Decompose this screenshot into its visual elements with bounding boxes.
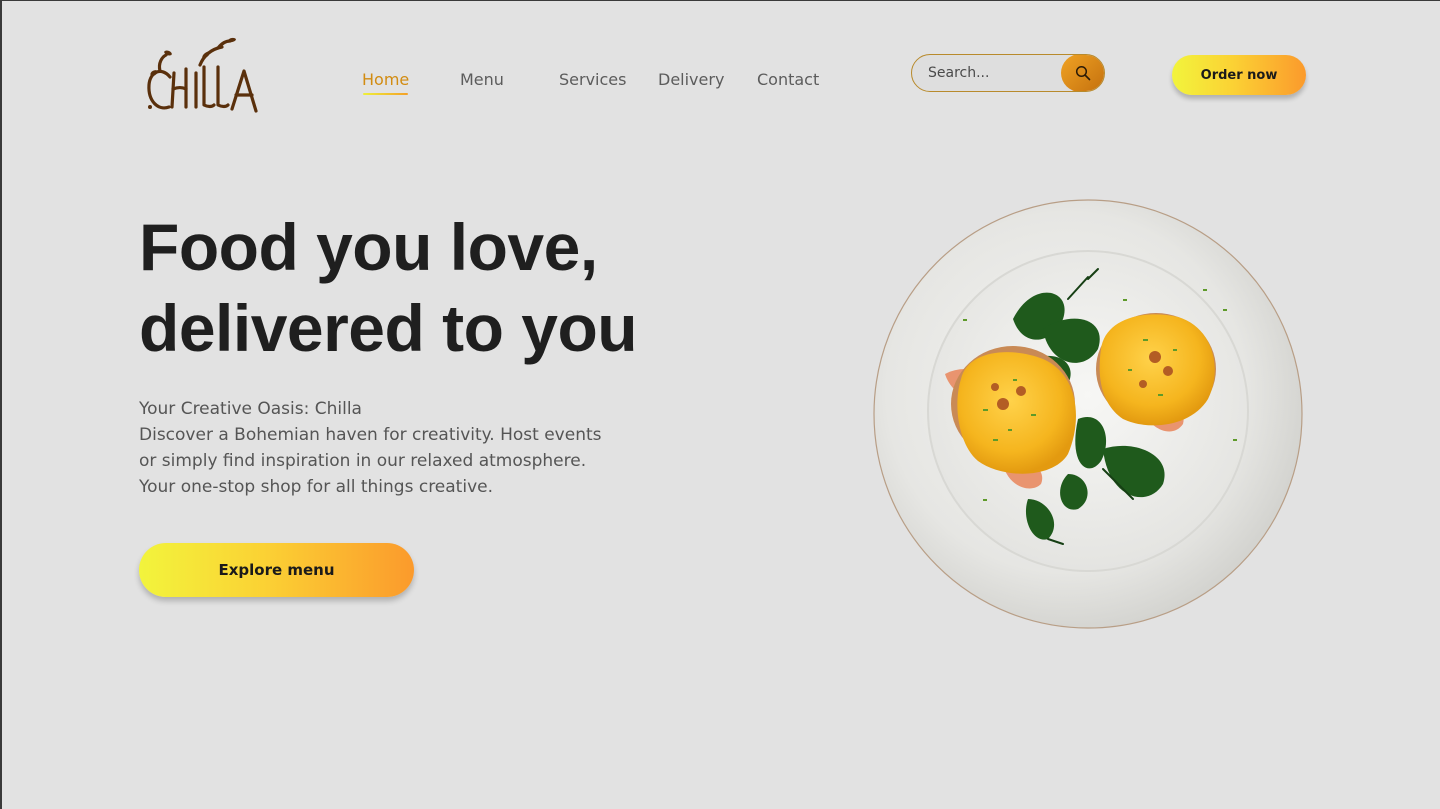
explore-menu-button[interactable]: Explore menu [139,543,414,597]
eggs-benedict-plate-icon [873,199,1303,629]
nav-item-delivery[interactable]: Delivery [658,69,724,91]
hero-title-line-1: Food you love, [139,210,598,284]
search-bar [911,54,1105,92]
order-now-button[interactable]: Order now [1172,55,1306,95]
nav-item-contact[interactable]: Contact [757,69,819,91]
hero-food-image [873,199,1303,629]
hero-text-line: Discover a Bohemian haven for creativity… [139,425,602,445]
hero-description: Your Creative Oasis: Chilla Discover a B… [139,396,659,500]
hero-title: Food you love, delivered to you [139,207,759,369]
hero-text-line: or simply find inspiration in our relaxe… [139,451,587,471]
search-icon [1075,65,1091,81]
chilla-logo-icon [147,37,258,113]
hero-text-line: Your one-stop shop for all things creati… [139,477,493,497]
nav-item-home[interactable]: Home [362,69,409,95]
search-input[interactable] [928,55,1058,91]
nav-item-services[interactable]: Services [559,69,626,91]
search-button[interactable] [1061,55,1104,91]
brand-logo[interactable] [144,37,266,117]
hero-text-line: Your Creative Oasis: Chilla [139,399,362,419]
hero-title-line-2: delivered to you [139,291,638,365]
nav-item-menu[interactable]: Menu [460,69,504,91]
